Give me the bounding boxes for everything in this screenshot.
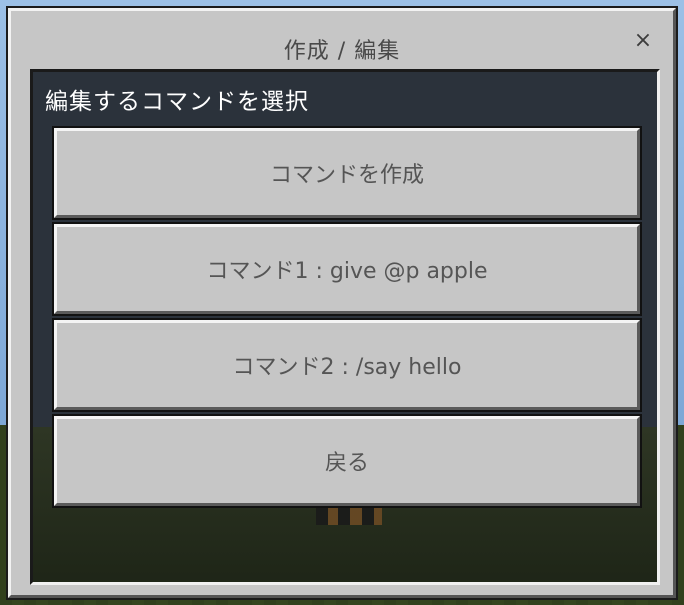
command-dialog: 作成 / 編集 × 編集するコマンドを選択 コマンドを作成 コマンド1 : gi…: [6, 6, 678, 600]
command-1-button[interactable]: コマンド1 : give @p apple: [52, 222, 642, 316]
create-command-button[interactable]: コマンドを作成: [52, 126, 642, 220]
panel-heading: 編集するコマンドを選択: [45, 89, 309, 115]
command-list-panel: 編集するコマンドを選択 コマンドを作成 コマンド1 : give @p appl…: [30, 69, 660, 585]
close-icon[interactable]: ×: [631, 29, 655, 53]
command-2-button[interactable]: コマンド2 : /say hello: [52, 318, 642, 412]
dialog-title: 作成 / 編集: [283, 39, 401, 64]
back-button[interactable]: 戻る: [52, 414, 642, 508]
